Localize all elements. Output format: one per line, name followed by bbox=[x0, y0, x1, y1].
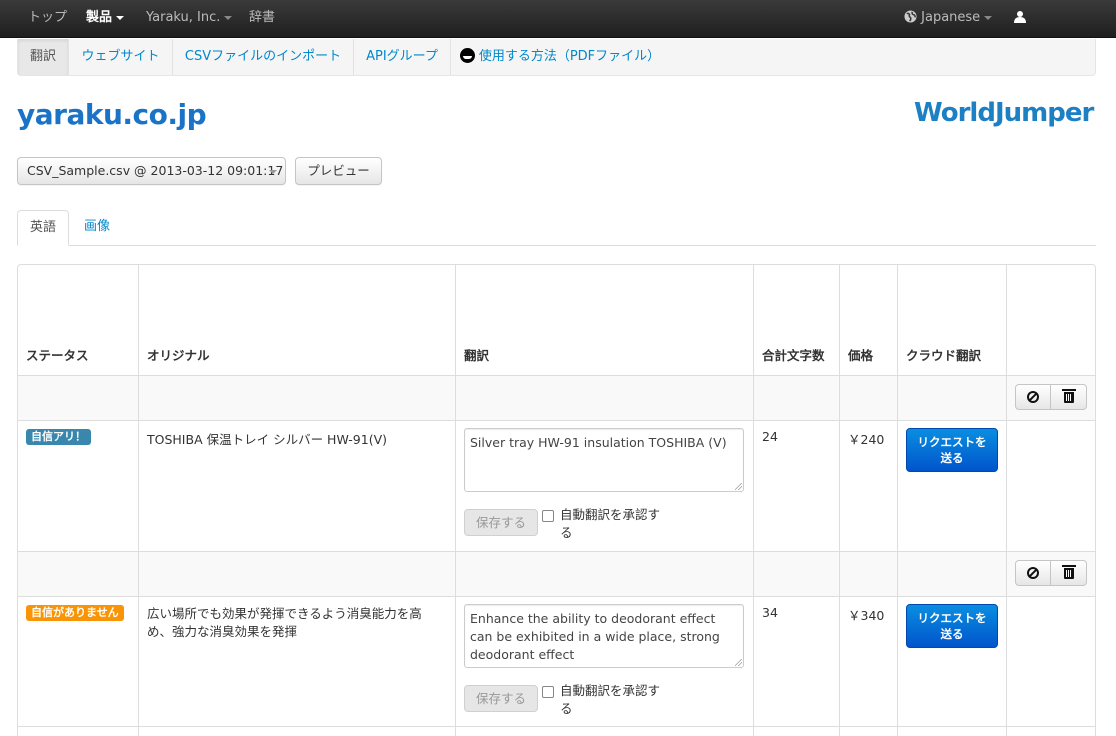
request-button[interactable]: リクエストを 送る bbox=[906, 604, 998, 648]
approve-label: 自動翻訳を承認する bbox=[560, 506, 670, 542]
tab-english[interactable]: 英語 bbox=[17, 210, 69, 246]
top-navbar: トップ 製品 Yaraku, Inc. 辞書 Japanese bbox=[0, 0, 1116, 38]
nav-home[interactable]: トップ bbox=[28, 0, 67, 38]
tab-how-to-use-label: 使用する方法（PDFファイル） bbox=[478, 49, 661, 64]
nav-dictionary[interactable]: 辞書 bbox=[249, 0, 275, 38]
trash-icon bbox=[1061, 565, 1076, 579]
approve-checkbox[interactable] bbox=[542, 510, 554, 522]
approve-checkbox[interactable] bbox=[542, 686, 554, 698]
ban-icon bbox=[1027, 567, 1039, 579]
table-action-row bbox=[18, 375, 1095, 420]
trash-icon bbox=[1061, 389, 1076, 403]
file-select-dropdown[interactable]: CSV_Sample.csv @ 2013-03-12 09:01:17 bbox=[17, 157, 286, 185]
tab-how-to-use[interactable]: 使用する方法（PDFファイル） bbox=[451, 39, 669, 75]
file-select-value: CSV_Sample.csv @ 2013-03-12 09:01:17 bbox=[27, 163, 284, 178]
approve-label-line2: る bbox=[560, 525, 573, 540]
original-text: 広い場所でも効果が発揮できるよう消臭能力を高 め、強力な消臭効果を発揮 bbox=[147, 605, 422, 641]
nav-products-label: 製品 bbox=[86, 10, 113, 25]
nav-company[interactable]: Yaraku, Inc. bbox=[146, 0, 233, 38]
header-status: ステータス bbox=[26, 348, 89, 363]
language-label: Japanese bbox=[921, 10, 981, 25]
preview-button[interactable]: プレビュー bbox=[295, 157, 382, 185]
chevron-down-icon bbox=[116, 15, 125, 20]
delete-button[interactable] bbox=[1051, 384, 1087, 410]
chevron-down-icon bbox=[269, 170, 277, 174]
page-title: yaraku.co.jp bbox=[17, 98, 207, 131]
header-price: 価格 bbox=[848, 348, 874, 363]
request-button[interactable]: リクエストを 送る bbox=[906, 428, 998, 472]
request-label-line2: 送る bbox=[940, 627, 964, 641]
chevron-down-icon bbox=[224, 15, 233, 20]
approve-label-line1: 自動翻訳を承認す bbox=[560, 507, 661, 522]
table-action-row bbox=[18, 551, 1095, 596]
price: ￥240 bbox=[848, 432, 885, 447]
status-badge: 自信アリ！ bbox=[26, 429, 91, 445]
original-text: TOSHIBA 保温トレイ シルバー HW-91(V) bbox=[147, 432, 388, 447]
status-badge: 自信がありません bbox=[26, 605, 124, 621]
nav-company-label: Yaraku, Inc. bbox=[146, 10, 221, 25]
header-char-count: 合計文字数 bbox=[762, 348, 825, 363]
skip-button[interactable] bbox=[1015, 560, 1051, 586]
nav-products[interactable]: 製品 bbox=[86, 0, 125, 38]
translation-input[interactable]: Enhance the ability to deodorant effect … bbox=[464, 604, 744, 668]
user-menu[interactable] bbox=[1014, 10, 1026, 24]
tab-image[interactable]: 画像 bbox=[84, 210, 110, 246]
approve-label-line2: る bbox=[560, 701, 573, 716]
char-count: 24 bbox=[762, 429, 778, 444]
sub-navigation: 翻訳 ウェブサイト CSVファイルのインポート APIグループ 使用する方法（P… bbox=[17, 39, 1096, 76]
translation-input[interactable]: Silver tray HW-91 insulation TOSHIBA (V) bbox=[464, 428, 744, 492]
tab-csv-import[interactable]: CSVファイルのインポート bbox=[173, 39, 354, 75]
delete-button[interactable] bbox=[1051, 560, 1087, 586]
approve-label-line1: 自動翻訳を承認す bbox=[560, 683, 661, 698]
user-icon bbox=[1014, 11, 1026, 23]
tab-website[interactable]: ウェブサイト bbox=[69, 39, 173, 75]
brand-logo: WorldJumper bbox=[914, 98, 1094, 128]
approve-label: 自動翻訳を承認する bbox=[560, 682, 670, 718]
header-original: オリジナル bbox=[147, 348, 210, 363]
request-label-line2: 送る bbox=[940, 451, 964, 465]
ban-icon bbox=[1027, 391, 1039, 403]
skip-button[interactable] bbox=[1015, 384, 1051, 410]
request-label-line1: リクエストを bbox=[917, 611, 987, 625]
smiley-icon bbox=[459, 48, 475, 63]
chevron-down-icon bbox=[984, 15, 993, 20]
price: ￥340 bbox=[848, 608, 885, 623]
tab-api-group[interactable]: APIグループ bbox=[354, 39, 451, 75]
save-button[interactable]: 保存する bbox=[464, 509, 538, 536]
tab-translation[interactable]: 翻訳 bbox=[18, 39, 69, 75]
language-tabs-divider bbox=[17, 245, 1096, 246]
language-selector[interactable]: Japanese bbox=[904, 0, 993, 38]
header-translation: 翻訳 bbox=[464, 348, 490, 363]
request-label-line1: リクエストを bbox=[917, 435, 987, 449]
header-crowd-translation: クラウド翻訳 bbox=[906, 348, 982, 363]
char-count: 34 bbox=[762, 605, 778, 620]
globe-icon bbox=[904, 10, 917, 23]
original-text-line2: め、強力な消臭効果を発揮 bbox=[147, 624, 298, 639]
save-button[interactable]: 保存する bbox=[464, 685, 538, 712]
translation-table: ステータス オリジナル 翻訳 合計文字数 価格 クラウド翻訳 自信アリ！ TOS… bbox=[17, 264, 1096, 736]
original-text-line1: 広い場所でも効果が発揮できるよう消臭能力を高 bbox=[147, 606, 422, 621]
